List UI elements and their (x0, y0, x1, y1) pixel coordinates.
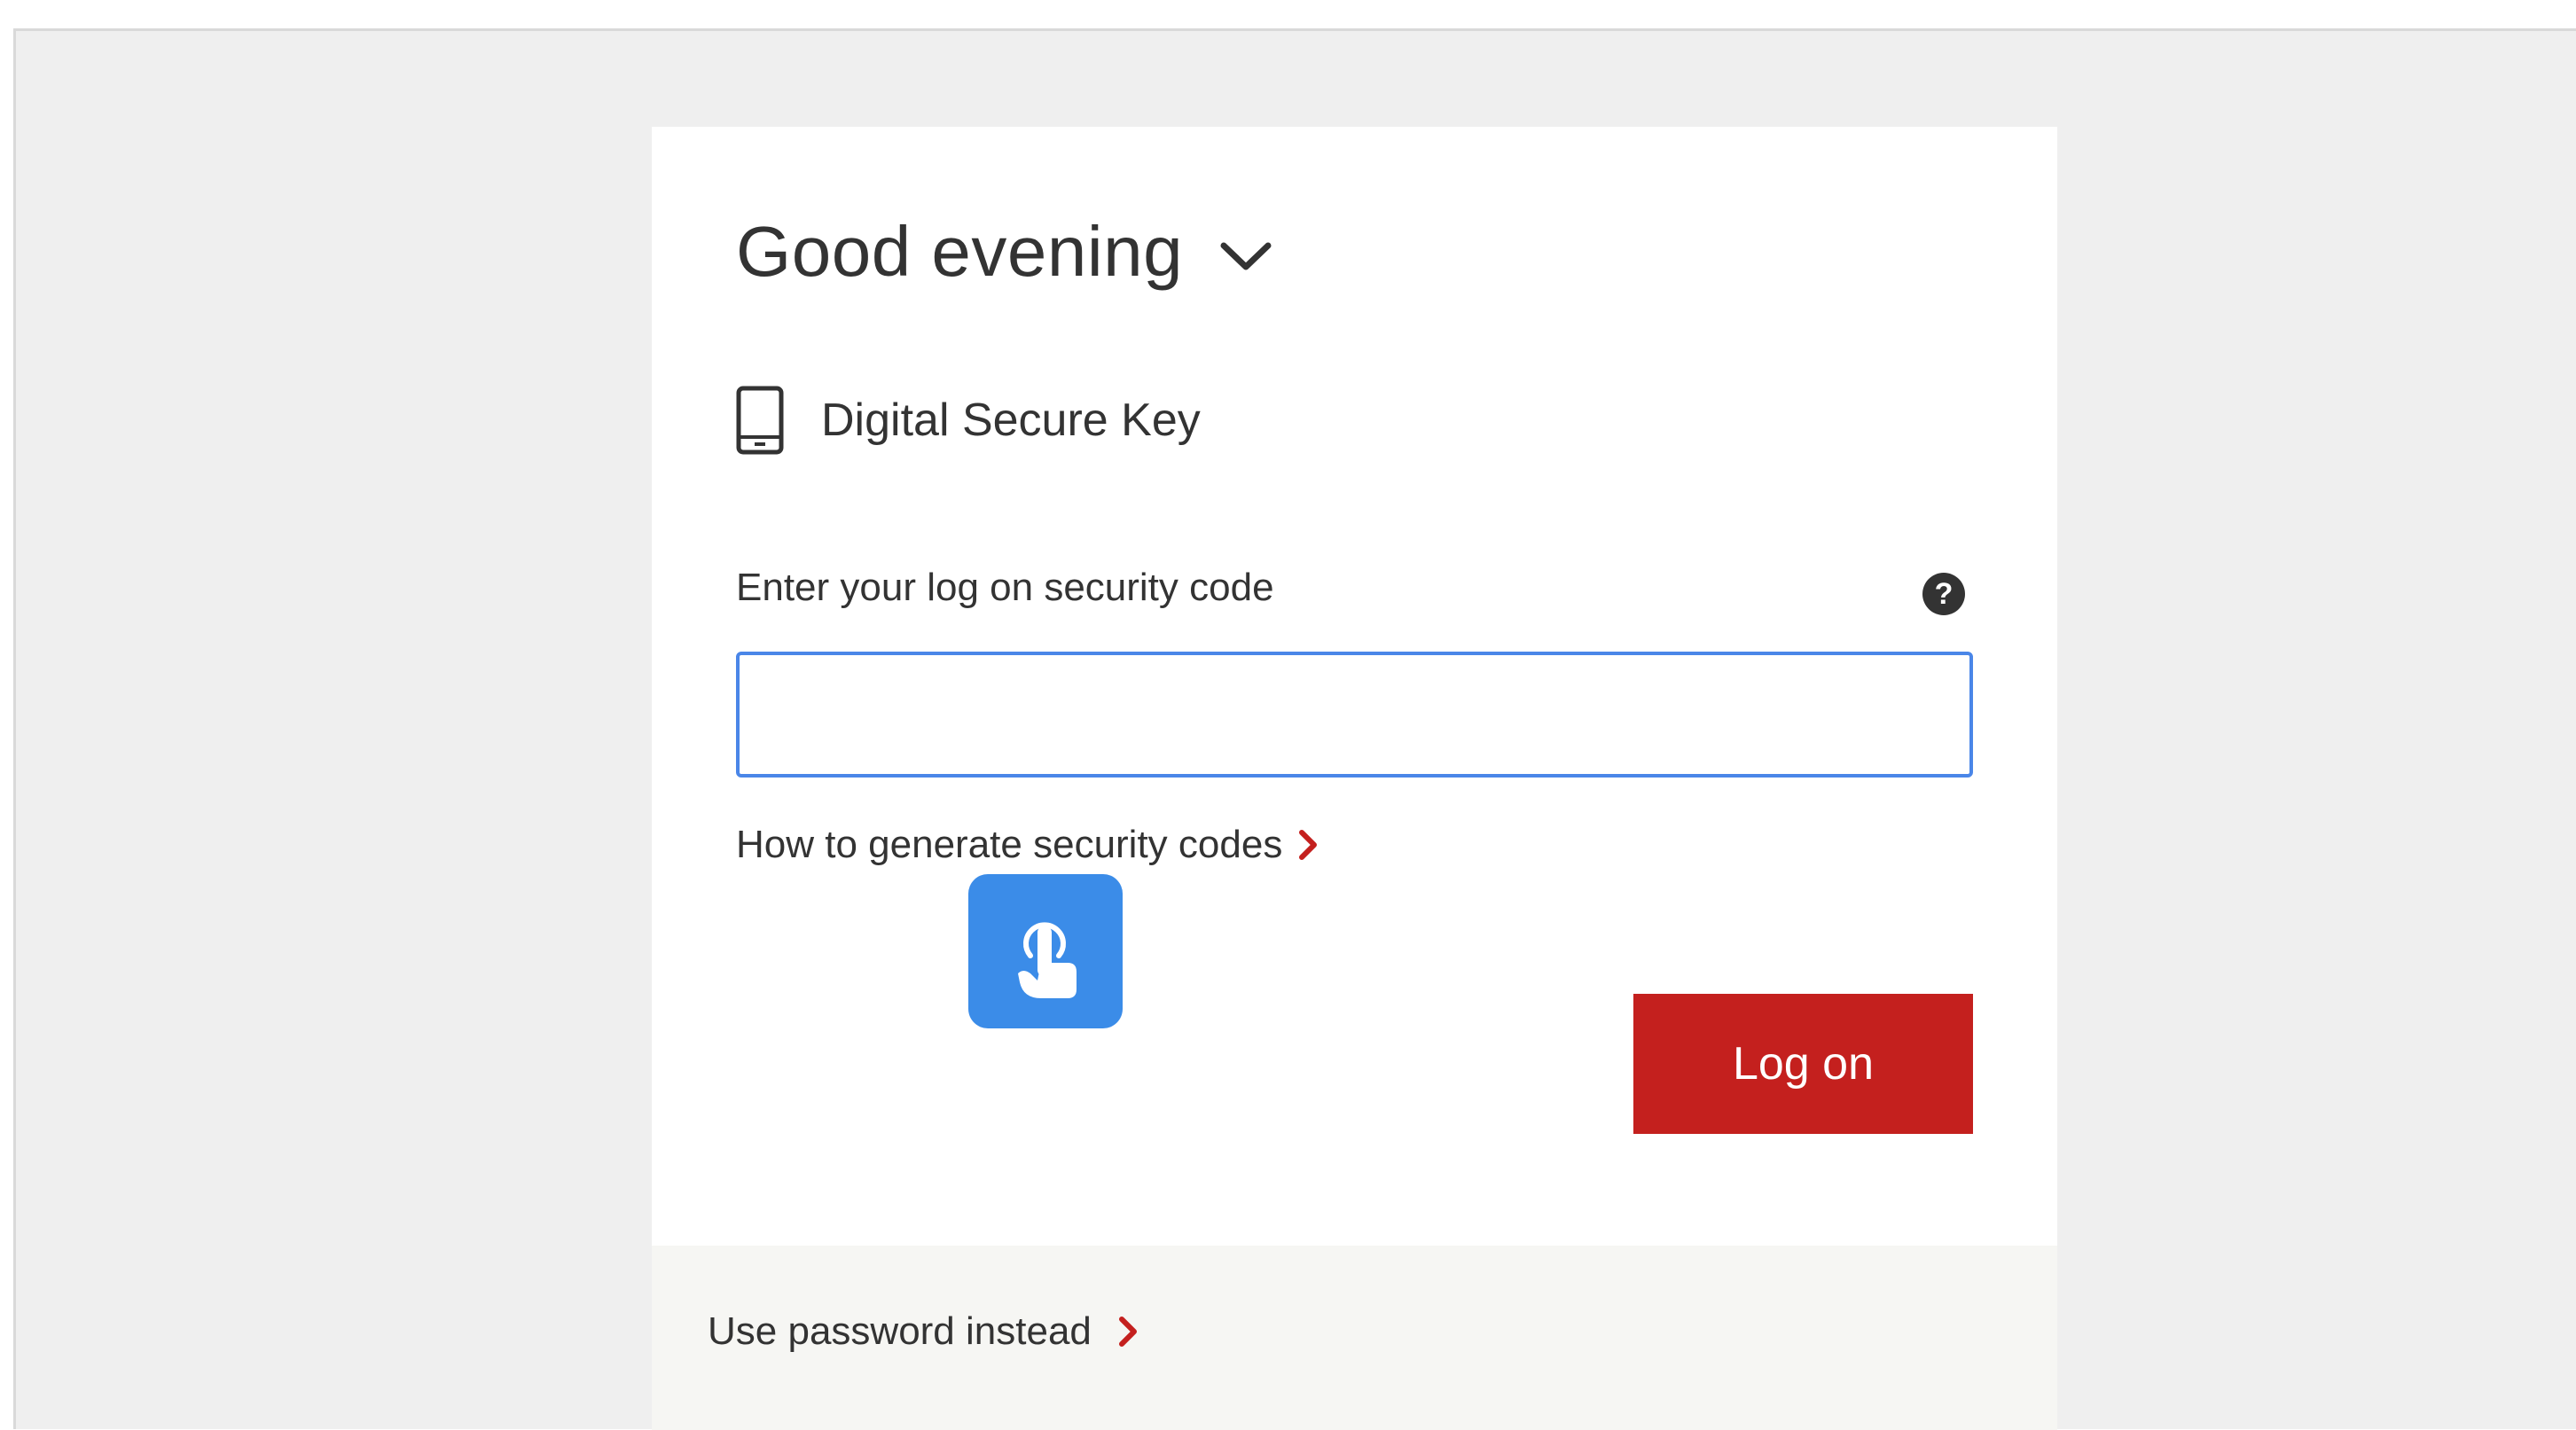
generate-codes-link-text: How to generate security codes (736, 823, 1283, 866)
chevron-down-icon[interactable] (1218, 238, 1273, 274)
chevron-right-icon (1299, 830, 1318, 860)
touch-overlay-badge[interactable] (968, 874, 1123, 1028)
use-password-link-text: Use password instead (708, 1309, 1092, 1353)
security-code-input[interactable] (736, 652, 1973, 778)
generate-codes-link[interactable]: How to generate security codes (736, 823, 1319, 867)
chevron-right-icon (1118, 1317, 1137, 1347)
card-footer: Use password instead (652, 1246, 2057, 1430)
auth-method-label: Digital Secure Key (821, 395, 1201, 446)
use-password-link[interactable]: Use password instead (708, 1309, 1139, 1354)
question-mark-icon[interactable]: ? (1922, 573, 1965, 615)
greeting-text: Good evening (736, 212, 1184, 291)
log-on-button[interactable]: Log on (1633, 994, 1973, 1134)
tap-finger-icon (1018, 922, 1077, 998)
auth-method: Digital Secure Key (736, 386, 1201, 455)
security-code-label: Enter your log on security code (736, 566, 1274, 609)
mobile-phone-icon (736, 386, 784, 455)
logon-card: Good evening Digital Secure Key Enter yo… (652, 127, 2057, 1430)
page-background: Good evening Digital Secure Key Enter yo… (13, 28, 2576, 1430)
greeting-dropdown[interactable]: Good evening (736, 211, 1273, 293)
